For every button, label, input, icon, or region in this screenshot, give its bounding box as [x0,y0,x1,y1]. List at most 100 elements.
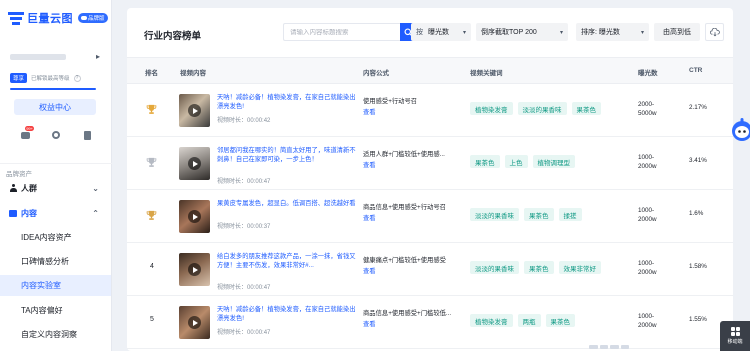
table-row: 4 给白发多的朋友推荐这款产品，一涂一抹，省钱又方便！主要不伤发，效果非常好#.… [127,243,733,296]
table-row: 5 天呐！减龄必备！植物染发膏，在家自己就能染出漂亮发色! 视频时长：00:00… [127,296,733,349]
ctr-value: 3.41% [689,157,707,164]
keyword-tag: 效果非常好 [558,261,601,274]
brand-edition-label: 品牌版 [88,16,105,22]
video-thumbnail[interactable] [179,94,210,127]
play-icon[interactable] [188,104,201,117]
help-icon[interactable]: ? [73,74,81,82]
brand-name: 巨量云图 [27,13,73,25]
formula-view-link[interactable]: 查看 [363,213,376,222]
docs-button[interactable] [82,130,92,140]
metric-select[interactable]: 按 曝光数 ▾ [411,23,471,41]
video-title-link[interactable]: 给白发多的朋友推荐这款产品，一涂一抹，省钱又方便！主要不伤发，效果非常好#... [217,252,357,270]
message-count-badge: 99+ [25,126,34,131]
video-title-link[interactable]: 天呐！减龄必备！植物染发膏，在家自己就能染出漂亮发色! [217,305,357,323]
video-thumbnail[interactable] [179,306,210,339]
video-title-link[interactable]: 天呐！减龄必备！植物染发膏，在家自己就能染出漂亮发色! [217,93,357,111]
search-input[interactable] [290,28,400,36]
video-title-link[interactable]: 邻居都问我在哪实的！简直太好用了，味道清新不刺鼻！自己在家即可染，一步上色！ [217,146,357,164]
keyword-tag: 上色 [504,155,528,168]
ctr-value: 2.17% [689,104,707,111]
exposure-high: 2000w [638,269,657,276]
sidebar-subitem-idea-assets[interactable]: IDEA内容资产 [0,227,111,248]
trophy-silver-icon [146,157,157,167]
video-thumbnail[interactable] [179,253,210,286]
mobile-view-label: 移动端 [727,339,743,345]
metric-select-lead: 按 [416,29,423,36]
keyword-tag: 果茶色 [524,261,554,274]
exposure-high: 5000w [638,110,657,117]
video-thumbnail[interactable] [179,200,210,233]
chevron-down-icon: ▾ [640,29,644,36]
search-box[interactable] [283,23,400,41]
cutoff-select-value: 倒序截取TOP 200 [481,29,537,36]
video-thumbnail[interactable] [179,147,210,180]
formula-view-link[interactable]: 查看 [363,319,376,328]
assistant-mascot-icon[interactable] [730,117,750,143]
video-duration: 视频时长：00:00:47 [217,327,270,336]
exposure-high: 2000w [638,163,657,170]
sidebar-item-label: 内容 [21,208,37,218]
duration-value: 00:00:37 [247,224,271,230]
play-icon[interactable] [188,316,201,329]
vip-progress-bar [10,88,96,90]
column-header-formula: 内容公式 [363,70,389,77]
metric-select-value: 曝光数 [428,29,449,36]
exposure-low: 1000- [638,313,655,320]
sidebar-subitem-custom-insight[interactable]: 自定义内容洞察 [0,324,111,345]
sidebar-subitem-content-lab[interactable]: 内容实验室 [0,275,111,296]
vip-text: 已解锁最高等级 [31,76,70,82]
column-header-rank: 排名 [145,70,158,77]
table-row: 天呐！减龄必备！植物染发膏，在家自己就能染出漂亮发色! 视频时长：00:00:4… [127,84,733,137]
content-formula: 适用人群+门槛较低+使用感... [363,151,445,158]
formula-view-link[interactable]: 查看 [363,107,376,116]
exposure-high: 2000w [638,216,657,223]
order-select[interactable]: 由高到低 [654,23,700,41]
duration-value: 00:00:47 [247,179,271,185]
play-icon[interactable] [188,210,201,223]
content-formula: 健康痛点+门槛较低+使用感受 [363,257,446,264]
formula-view-link[interactable]: 查看 [363,160,376,169]
column-header-exposure[interactable]: 曝光数 [638,67,658,77]
download-button[interactable] [705,23,724,41]
sidebar-subitem-ta-preference[interactable]: TA内容偏好 [0,300,111,321]
content-formula: 商品信息+使用感受+行动号召 [363,204,446,211]
sort-select[interactable]: 排序: 曝光数 ▾ [576,23,649,41]
play-icon[interactable] [188,263,201,276]
download-icon [709,27,720,36]
sidebar-item-content[interactable]: 内容 ⌃ [0,203,111,223]
keyword-list: 植物染发膏 两瓶 果茶色 [470,314,575,327]
mobile-view-button[interactable]: 移动端 [720,321,750,351]
keyword-tag: 植物染发膏 [470,102,513,115]
video-duration: 视频时长：00:00:47 [217,176,270,185]
formula-view-link[interactable]: 查看 [363,266,376,275]
rank-number: 4 [150,263,154,270]
video-title-link[interactable]: 果黄皮专属发色，超显白。低调百搭、超洗越好看 [217,199,357,208]
settings-button[interactable] [51,130,61,140]
sidebar-divider [0,163,112,164]
gear-icon [52,131,60,139]
sidebar-subitem-sentiment[interactable]: 口碑情感分析 [0,251,111,272]
keyword-list: 果茶色 上色 植物调理型 [470,155,575,168]
play-icon[interactable] [188,157,201,170]
brand-logo[interactable]: 巨量云图 品牌版 [8,10,108,26]
account-switcher[interactable]: ▸ [10,52,100,61]
vip-tag: 尊享 [10,73,28,83]
keyword-tag: 果茶色 [470,155,500,168]
sidebar-item-people[interactable]: 人群 ⌄ [0,178,111,198]
message-button[interactable]: 99+ [20,126,34,140]
video-duration: 视频时长：00:00:47 [217,282,270,291]
cutoff-select[interactable]: 倒序截取TOP 200 ▾ [476,23,568,41]
pagination-indicator[interactable] [589,345,629,349]
folder-icon [9,209,17,217]
chevron-right-icon: ▸ [95,52,100,61]
rights-center-button[interactable]: 权益中心 [14,99,96,115]
chevron-down-icon: ⌄ [92,183,99,193]
column-header-ctr[interactable]: CTR [689,67,702,74]
ctr-value: 1.55% [689,316,707,323]
duration-prefix: 视频时长： [217,118,248,124]
exposure-low: 1000- [638,207,655,214]
exposure-range: 1000- 2000w [638,259,657,277]
exposure-range: 1000- 2000w [638,206,657,224]
duration-value: 00:00:42 [247,118,271,124]
video-duration: 视频时长：00:00:37 [217,221,270,230]
